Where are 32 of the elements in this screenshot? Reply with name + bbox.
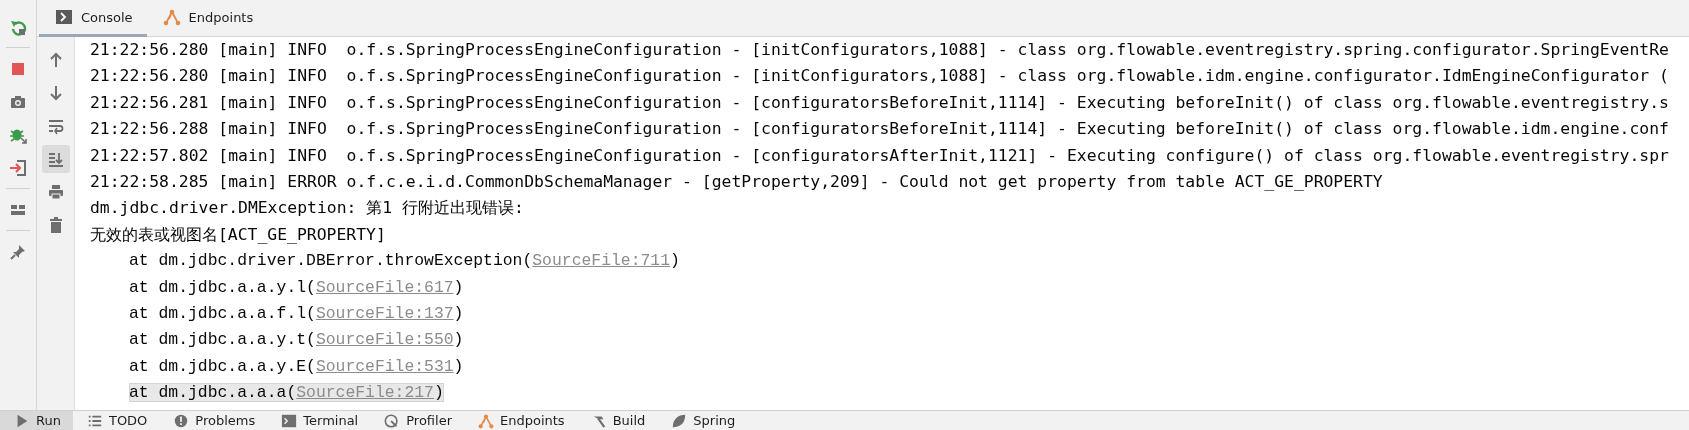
stack-trace-line: at dm.jdbc.a.a.y.t(SourceFile:550) bbox=[129, 330, 464, 350]
tool-window-tab[interactable]: Endpoints bbox=[464, 411, 577, 430]
tab[interactable]: Endpoints bbox=[146, 0, 268, 37]
log-line: 21:22:56.281 [main] INFO o.f.s.SpringProcessEngineConfiguration - [configuratorsBeforeInit,1114] - Executing beforeInit() of class org.flowable.eventregistry.s bbox=[90, 92, 1669, 112]
nodes-icon bbox=[162, 8, 181, 26]
tool-window-tab[interactable]: Profiler bbox=[370, 411, 464, 430]
import-icon bbox=[9, 158, 27, 177]
stack-trace-line: at dm.jdbc.a.a.y.l(SourceFile:617) bbox=[129, 277, 464, 297]
tool-window-tab[interactable]: Terminal bbox=[267, 411, 371, 430]
tool-window-tab[interactable]: Run bbox=[0, 411, 73, 430]
nodes-icon bbox=[478, 413, 494, 429]
stack-trace-line: at dm.jdbc.a.a.f.l(SourceFile:137) bbox=[129, 303, 464, 323]
log-line: 无效的表或视图名[ACT_GE_PROPERTY] bbox=[90, 224, 386, 244]
pin-icon bbox=[9, 242, 27, 261]
log-line: 21:22:58.285 [main] ERROR o.f.c.e.i.d.CommonDbSchemaManager - [getProperty,209] - Could not get property from table ACT_GE_PROPERTY bbox=[90, 171, 1383, 191]
tool-window-tab[interactable]: Spring bbox=[657, 411, 748, 430]
console-icon bbox=[55, 8, 73, 26]
tool-window-tab[interactable]: Build bbox=[576, 411, 658, 430]
tool-window-tab[interactable]: Problems bbox=[159, 411, 268, 430]
printer-icon bbox=[46, 182, 65, 201]
log-line: dm.jdbc.driver.DMException: 第1 行附近出现错误: bbox=[90, 198, 524, 218]
log-line: 21:22:56.288 [main] INFO o.f.s.SpringProcessEngineConfiguration - [configuratorsBeforeInit,1114] - Executing beforeInit() of class org.flowable.idm.engine.conf bbox=[90, 119, 1669, 139]
log-line: 21:22:57.802 [main] INFO o.f.s.SpringProcessEngineConfiguration - [configuratorsAfterInit,1121] - Executing configure() of class org.flowable.eventregistry.spr bbox=[90, 145, 1669, 165]
log-line: 21:22:56.280 [main] INFO o.f.s.SpringProcessEngineConfiguration - [initConfigurators,1088] - class org.flowable.eventregistry.spring.configurator.SpringEventRe bbox=[90, 40, 1669, 59]
leaf-icon bbox=[671, 413, 688, 429]
log-line: 21:22:56.280 [main] INFO o.f.s.SpringProcessEngineConfiguration - [initConfigurators,1088] - class org.flowable.idm.engine.configurator.IdmEngineConfigurator ( bbox=[90, 66, 1669, 86]
list-icon bbox=[86, 413, 103, 429]
scroll-to-end-button[interactable] bbox=[41, 144, 70, 173]
tool-window-tab[interactable]: TODO bbox=[72, 411, 160, 430]
stack-trace-line: at dm.jdbc.a.a.y.E(SourceFile:531) bbox=[129, 356, 464, 376]
stack-trace-line: at dm.jdbc.driver.DBError.throwException(SourceFile:711) bbox=[129, 251, 680, 271]
gauge-icon bbox=[384, 413, 401, 429]
